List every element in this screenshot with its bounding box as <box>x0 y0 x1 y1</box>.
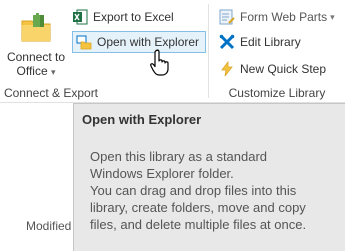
edit-library-label: Edit Library <box>240 35 301 49</box>
new-quick-step-label: New Quick Step <box>240 62 327 76</box>
connect-to-office-line1: Connect to <box>6 50 66 64</box>
connect-export-group-label: Connect & Export <box>3 86 99 100</box>
connect-to-office-label: Connect to Office ▾ <box>4 50 68 79</box>
tooltip-body-line: You can drag and drop files into this <box>90 183 297 198</box>
customize-library-group-label: Customize Library <box>228 86 326 100</box>
connect-to-office-button[interactable]: Connect to Office ▾ <box>4 6 68 80</box>
lightning-icon <box>221 61 233 77</box>
tooltip-body: Open this library as a standard Windows … <box>90 148 342 233</box>
form-web-parts-icon <box>219 9 235 25</box>
open-with-explorer-label: Open with Explorer <box>97 35 200 49</box>
tooltip-body-line: files, and delete multiple files at once… <box>90 217 307 232</box>
hand-pointer-cursor-icon <box>150 49 169 76</box>
customize-library-group: Form Web Parts ▾ Edit Library New Quick … <box>209 0 345 103</box>
new-quick-step-button[interactable]: New Quick Step <box>219 58 326 80</box>
chevron-down-icon: ▾ <box>330 11 335 22</box>
excel-icon <box>73 9 88 25</box>
tooltip-title: Open with Explorer <box>82 112 202 127</box>
export-to-excel-button[interactable]: Export to Excel <box>72 6 174 28</box>
tooltip-body-line: library, create folders, move and copy <box>90 200 306 215</box>
tooltip-body-line: Windows Explorer folder. <box>90 166 234 181</box>
edit-library-button[interactable]: Edit Library <box>219 31 301 53</box>
chevron-down-icon: ▾ <box>50 67 56 77</box>
modified-column-header[interactable]: Modified <box>26 219 71 233</box>
edit-library-icon <box>219 34 235 50</box>
connect-export-group: Connect to Office ▾ Export to Excel Open… <box>0 0 207 103</box>
tooltip-body-line: Open this library as a standard <box>90 149 268 164</box>
connect-to-office-line2: Office <box>16 64 48 78</box>
export-to-excel-label: Export to Excel <box>93 10 174 24</box>
folder-with-office-icon <box>21 13 51 42</box>
form-web-parts-label: Form Web Parts <box>240 10 328 24</box>
explorer-folder-icon <box>76 35 92 50</box>
ribbon: Connect to Office ▾ Export to Excel Open… <box>0 0 345 103</box>
form-web-parts-button[interactable]: Form Web Parts ▾ <box>219 6 335 28</box>
open-with-explorer-button[interactable]: Open with Explorer <box>72 31 207 53</box>
open-with-explorer-tooltip: Open with Explorer Open this library as … <box>73 103 345 251</box>
